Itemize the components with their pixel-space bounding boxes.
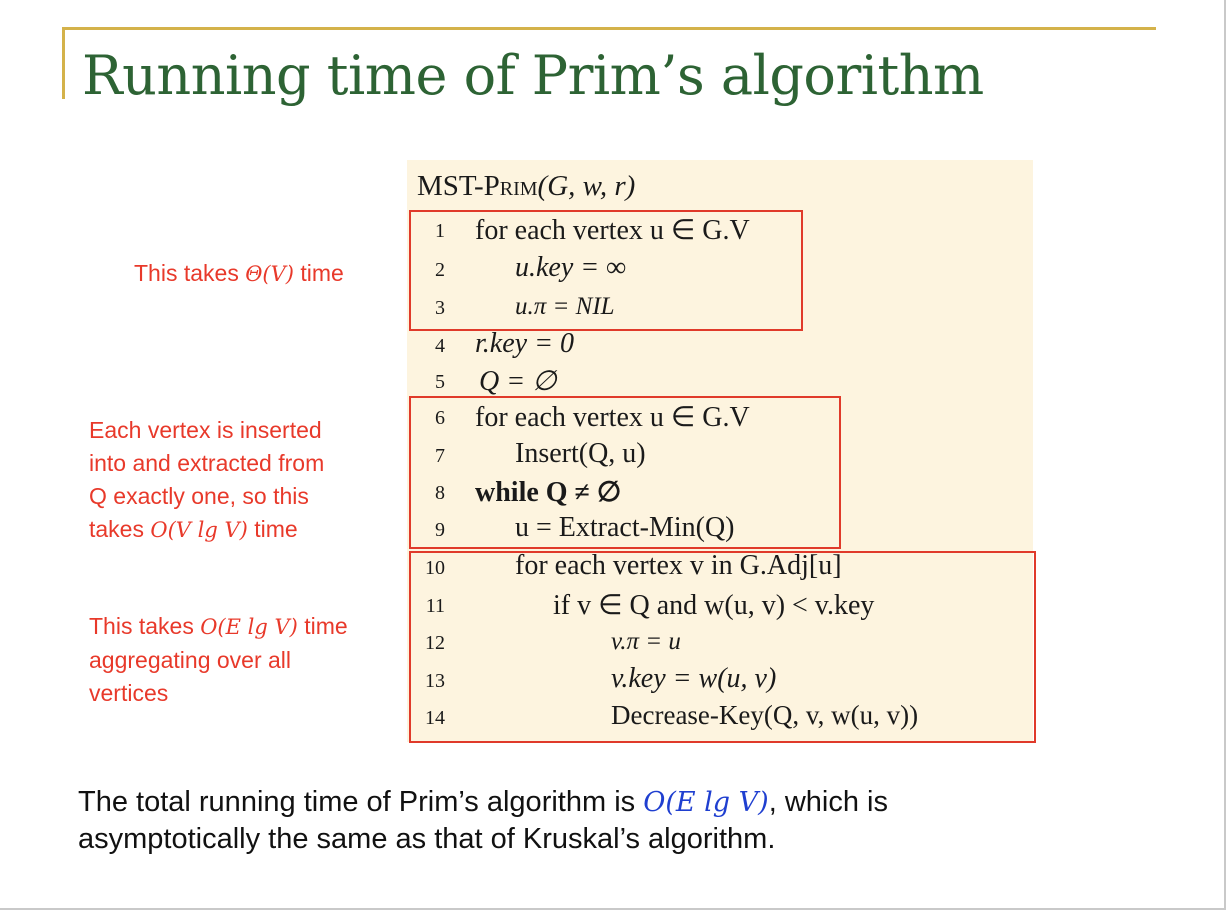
note-insert-extract: Each vertex is inserted into and extract… [89,417,325,542]
slide-title: Running time of Prim’s algorithm [82,44,984,107]
summary-text: The total running time of Prim’s algorit… [78,786,888,855]
procedure-prefix: MST- [417,170,484,202]
line-number: 4 [435,335,445,357]
procedure-header: MST-Prim(G, w, r) [417,170,635,203]
highlight-box-adjacency [409,551,1036,743]
summary-math: O(E lg V) [643,787,769,818]
title-top-rule [62,27,1156,30]
note-e-lg-v: This takes O(E lg V) time aggregating ov… [89,613,348,706]
highlight-box-queue [409,396,841,549]
procedure-name: Prim [483,170,538,202]
line-code: r.key = 0 [475,328,574,359]
line-code: Q = ∅ [479,366,557,397]
line-number: 5 [435,371,445,393]
note-theta-v: This takes Θ(V) time [134,260,344,286]
highlight-box-init [409,210,803,331]
title-left-rule [62,27,65,99]
procedure-args: (G, w, r) [537,170,636,202]
